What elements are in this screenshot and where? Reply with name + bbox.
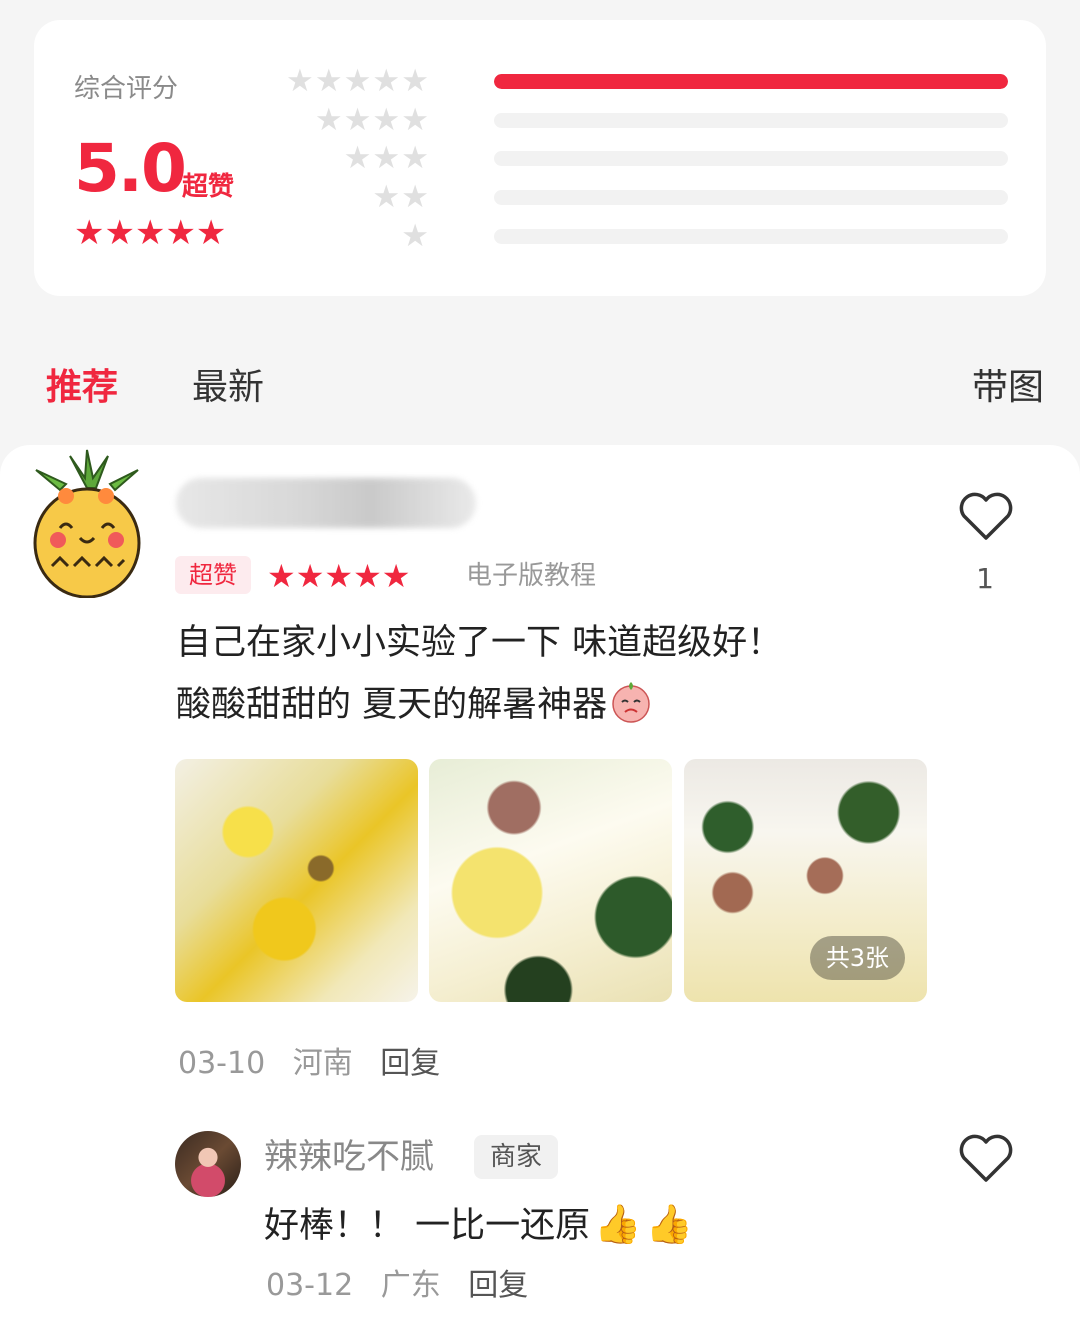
rating-badge: 超赞 [175,556,251,594]
tab-with-images[interactable]: 带图 [972,358,1044,410]
distribution-row-2: ★★ [268,177,1008,217]
blushing-face-icon [612,682,650,723]
reply-meta: 03-12 广东 回复 [266,1265,546,1307]
distribution-row-1: ★ [268,216,1008,256]
thumbs-up-icon: 👍 [645,1202,693,1246]
review-text-line-2: 酸酸甜甜的 夏天的解暑神器 [176,674,782,736]
pineapple-avatar-icon[interactable] [30,448,145,598]
review-location: 河南 [292,1046,353,1081]
review-tag: 电子版教程 [466,561,597,591]
review-text: 自己在家小小实验了一下 味道超级好！ 酸酸甜甜的 夏天的解暑神器 [176,612,782,736]
rating-label: 综合评分 [74,74,179,104]
review-meta: 03-10 河南 回复 [178,1043,458,1085]
merchant-badge: 商家 [474,1135,559,1179]
overall-stars-icon: ★★★★★ [74,213,227,253]
distribution-row-3: ★★★ [268,138,1008,178]
review-date: 03-10 [178,1046,266,1081]
review-photo-3[interactable]: 共3张 [684,759,927,1002]
reply-reply-button[interactable]: 回复 [468,1268,528,1303]
star-5-icon: ★★★★★ [286,63,430,99]
distribution-row-5: ★★★★★ [268,61,1008,101]
reply-button[interactable]: 回复 [380,1046,440,1081]
rating-summary-card: 综合评分 5.0 超赞 ★★★★★ ★★★★★ ★★★★ ★★★ ★★ ★ [34,20,1046,296]
heart-icon[interactable] [958,492,1014,542]
distribution-bar [494,74,1008,89]
review-photo-2[interactable] [429,759,672,1002]
reply-date: 03-12 [266,1268,354,1303]
photo-count-badge: 共3张 [809,936,905,980]
score-word: 超赞 [182,172,235,202]
distribution-bar [494,229,1008,244]
reply-location: 广东 [380,1268,441,1303]
overall-score: 5.0 [74,130,187,207]
like-count: 1 [976,562,994,595]
review-text-line-2-text: 酸酸甜甜的 夏天的解暑神器 [176,685,608,725]
reply-text: 好棒！！ 一比一还原 [264,1206,591,1246]
review-text-line-1: 自己在家小小实验了一下 味道超级好！ [176,623,783,663]
reply-username[interactable]: 辣辣吃不腻 [264,1134,434,1180]
distribution-row-4: ★★★★ [268,100,1008,140]
review-stars-icon: ★★★★★ [267,557,411,595]
distribution-bar [494,113,1008,128]
review-photo-1[interactable] [175,759,418,1002]
tab-latest[interactable]: 最新 [192,358,264,410]
tab-recommended[interactable]: 推荐 [46,358,118,410]
reply-text-line: 好棒！！ 一比一还原 👍 👍 [264,1196,693,1254]
reply-avatar[interactable] [175,1131,241,1197]
distribution-bar [494,151,1008,166]
username-blurred[interactable] [176,478,476,528]
star-2-icon: ★★ [372,179,430,215]
thumbs-up-icon: 👍 [594,1202,642,1246]
star-4-icon: ★★★★ [314,102,430,138]
filter-tabs: 推荐 最新 带图 [0,350,1080,430]
star-1-icon: ★ [401,218,430,254]
heart-icon[interactable] [958,1134,1014,1184]
distribution-bar [494,190,1008,205]
distribution-fill [494,74,1008,89]
star-3-icon: ★★★ [343,140,430,176]
